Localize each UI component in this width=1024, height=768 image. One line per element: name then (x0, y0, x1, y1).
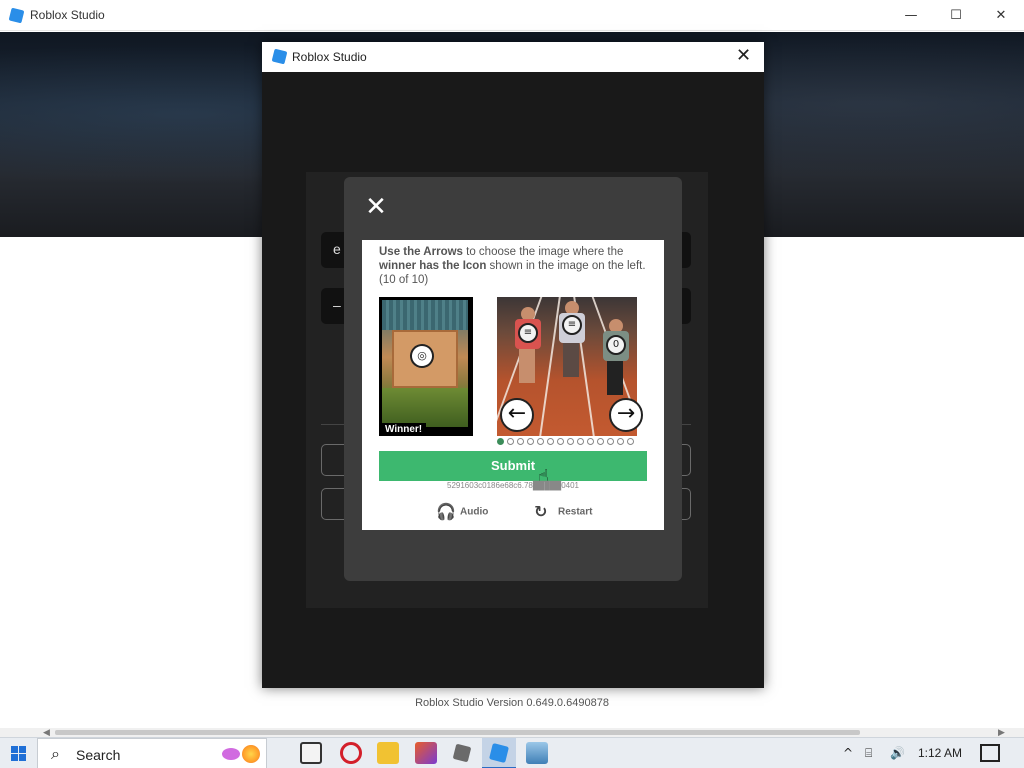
horizontal-scrollbar[interactable]: ◀ ▶ (0, 727, 1024, 737)
search-highlight-icon (222, 748, 240, 760)
ref-wall (382, 300, 468, 330)
arrow-right-icon[interactable]: → (609, 398, 643, 432)
clock[interactable]: 1:12 AM (918, 746, 962, 760)
search-icon: ⌕ (51, 744, 60, 763)
session-id: 5291603c0186e68c6.78█████0401 (447, 481, 579, 490)
page-dots (497, 438, 647, 446)
page-dot (567, 438, 574, 445)
scrollbar-thumb[interactable] (55, 730, 860, 735)
instruction-bold-1: Use the Arrows (379, 246, 463, 258)
page-dot (607, 438, 614, 445)
app-titlebar: Roblox Studio — ☐ ✕ (0, 0, 1024, 31)
login-dialog-title: Roblox Studio (292, 50, 367, 64)
login-dialog-close-icon[interactable]: ✕ (736, 45, 751, 66)
search-highlight-sun-icon (242, 745, 260, 763)
audio-label: Audio (460, 506, 489, 518)
close-icon[interactable]: ✕ (364, 194, 388, 220)
notifications-icon[interactable] (980, 744, 1000, 762)
restart-button[interactable]: ↻ Restart (534, 503, 592, 521)
window-close-button[interactable]: ✕ (978, 0, 1024, 31)
login-dialog-titlebar: Roblox Studio ✕ (262, 42, 764, 72)
search-label: Search (76, 747, 121, 763)
page-dot (547, 438, 554, 445)
restart-label: Restart (558, 506, 593, 518)
ref-grass (382, 388, 468, 427)
network-icon[interactable]: ⌸ (865, 746, 872, 761)
page-dot (617, 438, 624, 445)
app-icon[interactable] (415, 742, 437, 764)
roblox-studio-icon (488, 742, 510, 764)
username-field-text: e (333, 241, 341, 257)
reference-image: ◎ Winner! (379, 297, 473, 436)
taskbar-search[interactable]: ⌕ Search (37, 738, 267, 768)
version-text: Roblox Studio Version 0.649.0.6490878 (415, 697, 609, 709)
roblox-icon[interactable] (452, 743, 472, 763)
headphones-icon: 🎧 (436, 502, 456, 521)
instruction-bold-2: winner has the Icon (379, 260, 487, 272)
volume-icon[interactable]: 🔊 (890, 746, 905, 760)
roblox-studio-logo-icon (8, 7, 25, 24)
opera-icon[interactable] (340, 742, 362, 764)
roblox-studio-logo-icon (271, 48, 288, 65)
submit-button[interactable]: Submit (379, 451, 647, 481)
tray-overflow-icon[interactable]: ^ (843, 746, 853, 760)
windows-logo-icon (11, 746, 18, 753)
remote-desktop-icon[interactable] (526, 742, 548, 764)
page-dot (557, 438, 564, 445)
captcha-modal: ✕ Use the Arrows to choose the image whe… (344, 177, 682, 581)
page-dot (587, 438, 594, 445)
page-dot (527, 438, 534, 445)
app-title: Roblox Studio (30, 8, 105, 22)
page-dot (577, 438, 584, 445)
page-dot (537, 438, 544, 445)
minimize-button[interactable]: — (888, 0, 934, 31)
audio-button[interactable]: 🎧 Audio (436, 503, 488, 521)
instruction-text-1: to choose the image where the (462, 246, 624, 258)
taskbar: ⌕ Search ^ ⌸ 🔊 1:12 AM (0, 737, 1024, 768)
roblox-studio-taskbar-active[interactable] (482, 738, 516, 768)
maximize-button[interactable]: ☐ (933, 0, 979, 31)
page-dot (517, 438, 524, 445)
page-dot (627, 438, 634, 445)
captcha-panel: Use the Arrows to choose the image where… (362, 240, 664, 530)
password-field-text: – (333, 297, 341, 313)
page-dot (497, 438, 504, 445)
arrow-left-icon[interactable]: ← (500, 398, 534, 432)
page-dot (597, 438, 604, 445)
captcha-instruction: Use the Arrows to choose the image where… (379, 245, 649, 287)
page-dot (507, 438, 514, 445)
task-view-icon[interactable] (300, 742, 322, 764)
restart-icon: ↻ (534, 502, 548, 521)
start-button[interactable] (0, 738, 37, 768)
track-lane-line (539, 297, 561, 436)
file-explorer-icon[interactable] (377, 742, 399, 764)
reference-caption: Winner! (381, 423, 427, 436)
